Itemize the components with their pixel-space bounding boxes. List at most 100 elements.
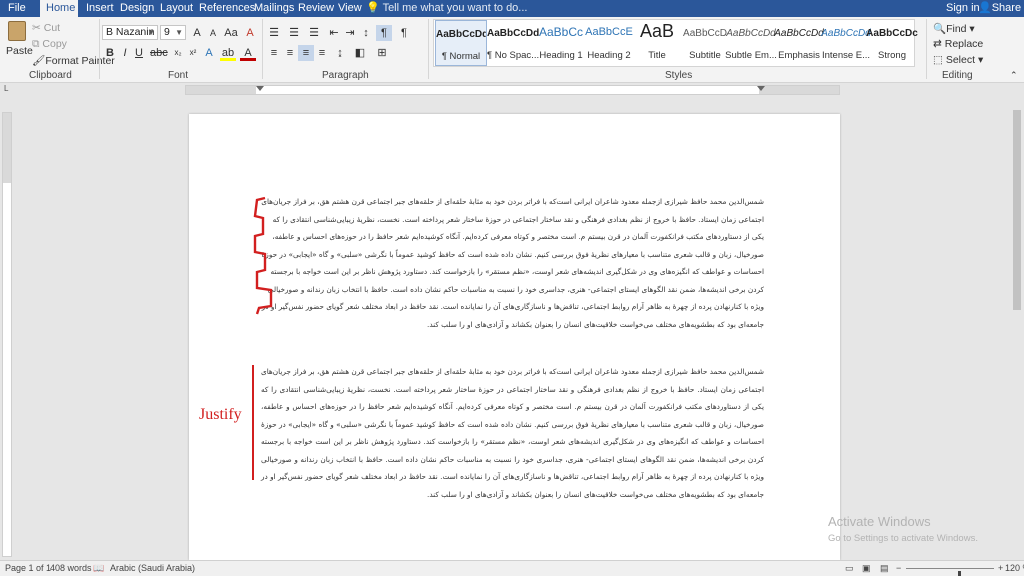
font-size-combo[interactable]: 9 ▼	[160, 25, 186, 40]
highlight-icon[interactable]: ab	[220, 45, 236, 61]
paste-button[interactable]: Paste	[4, 19, 33, 63]
paragraph-right-aligned[interactable]: شمس‌الدین محمد حافظ شیرازی ازجمله معدود …	[261, 193, 764, 333]
style-name: Heading 2	[587, 50, 631, 61]
page-count[interactable]: Page 1 of 1	[5, 563, 51, 573]
vertical-scrollbar[interactable]	[1012, 98, 1022, 560]
justify-edge-line	[252, 365, 254, 480]
style-strong[interactable]: AaBbCcDc Strong	[866, 20, 918, 66]
cut-button[interactable]: ✂ Cut	[32, 22, 60, 34]
print-layout-icon[interactable]: ▣	[862, 563, 871, 574]
share-button[interactable]: 👤Share	[978, 0, 1021, 17]
justify-icon[interactable]: ≡	[314, 45, 330, 61]
activate-windows-title: Activate Windows	[828, 514, 931, 529]
paragraph-justified[interactable]: شمس‌الدین محمد حافظ شیرازی ازجمله معدود …	[261, 363, 764, 503]
paste-label: Paste	[6, 45, 33, 57]
ruler-indent-marker[interactable]	[757, 86, 765, 91]
sort-icon[interactable]: ↕	[358, 25, 374, 41]
change-case-icon[interactable]: Aa	[223, 25, 239, 41]
clipboard-group-label: Clipboard	[29, 70, 72, 81]
style-title[interactable]: AaB Title	[631, 20, 683, 66]
paragraph-group-label: Paragraph	[322, 70, 369, 81]
numbering-icon[interactable]: ☰	[286, 25, 302, 41]
tab-home[interactable]: Home	[40, 0, 78, 17]
font-name-combo[interactable]: B Nazanin ▼	[102, 25, 158, 40]
underline-icon[interactable]: U	[131, 45, 147, 61]
subscript-icon[interactable]: x₂	[170, 45, 186, 61]
language-indicator[interactable]: Arabic (Saudi Arabia)	[110, 563, 195, 573]
font-color-icon[interactable]: A	[240, 45, 256, 61]
replace-icon: ⇄	[933, 38, 942, 50]
align-right-icon[interactable]: ≡	[298, 45, 314, 61]
style-subtle-emphasis[interactable]: AaBbCcDd Subtle Em...	[725, 20, 777, 66]
grow-font-icon[interactable]: A	[189, 25, 205, 41]
style-name: Title	[648, 50, 666, 61]
align-center-icon[interactable]: ≡	[282, 45, 298, 61]
web-layout-icon[interactable]: ▤	[880, 563, 889, 574]
ruler-indent-marker[interactable]	[256, 86, 264, 91]
horizontal-ruler[interactable]: L	[0, 84, 1024, 96]
copy-button[interactable]: ⧉ Copy	[32, 38, 67, 51]
word-count[interactable]: 408 words	[50, 563, 92, 573]
strikethrough-icon[interactable]: abc	[150, 45, 168, 61]
style-heading-2[interactable]: AaBbCcE Heading 2	[583, 20, 635, 66]
justify-annotation-label: Justify	[199, 406, 242, 423]
zoom-out-icon[interactable]: −	[896, 563, 901, 573]
style-subtitle[interactable]: AaBbCcD Subtitle	[679, 20, 731, 66]
style-sample: AaBbCcDd	[487, 28, 539, 39]
shading-icon[interactable]: ◧	[352, 45, 368, 61]
text-effects-icon[interactable]: A	[201, 45, 217, 61]
style-name: ¶ No Spac...	[487, 50, 539, 61]
show-marks-icon[interactable]: ¶	[396, 25, 412, 41]
person-icon: 👤	[978, 2, 992, 14]
style-normal[interactable]: AaBbCcDd ¶ Normal	[435, 20, 487, 66]
select-icon: ⬚	[933, 54, 943, 66]
multilevel-list-icon[interactable]: ☰	[306, 25, 322, 41]
zoom-slider-thumb[interactable]	[958, 571, 961, 576]
superscript-icon[interactable]: x²	[185, 45, 201, 61]
zoom-in-icon[interactable]: +	[998, 563, 1003, 573]
tell-me-text: Tell me what you want to do...	[382, 2, 528, 14]
replace-label: Replace	[944, 38, 984, 50]
activate-windows-subtitle: Go to Settings to activate Windows.	[828, 533, 978, 544]
increase-indent-icon[interactable]: ⇥	[342, 25, 358, 41]
read-mode-icon[interactable]: ▭	[845, 563, 854, 574]
bold-icon[interactable]: B	[102, 45, 118, 61]
replace-button[interactable]: ⇄ Replace	[933, 38, 983, 50]
select-button[interactable]: ⬚ Select ▾	[933, 54, 983, 66]
zoom-level[interactable]: 120 %	[1005, 563, 1024, 573]
style-no-spacing[interactable]: AaBbCcDd ¶ No Spac...	[487, 20, 539, 66]
style-sample: AaBbCc	[538, 25, 584, 39]
style-name: Intense E...	[821, 50, 871, 61]
style-sample: AaBbCcE	[585, 26, 633, 38]
tab-view[interactable]: View	[332, 0, 368, 17]
clear-formatting-icon[interactable]: A	[242, 25, 258, 41]
tell-me-box[interactable]: 💡 Tell me what you want to do...	[366, 0, 527, 17]
decrease-indent-icon[interactable]: ⇤	[326, 25, 342, 41]
shrink-font-icon[interactable]: A	[205, 25, 221, 41]
scrollbar-thumb[interactable]	[1013, 110, 1021, 310]
tab-selector-icon[interactable]: L	[4, 84, 8, 93]
chevron-down-icon: ▼	[175, 28, 183, 37]
align-left-icon[interactable]: ≡	[266, 45, 282, 61]
style-heading-1[interactable]: AaBbCc Heading 1	[535, 20, 587, 66]
borders-icon[interactable]: ⊞	[374, 45, 390, 61]
vertical-ruler[interactable]	[2, 112, 12, 557]
style-emphasis[interactable]: AaBbCcDd Emphasis	[773, 20, 825, 66]
style-intense-emphasis[interactable]: AaBbCcDd Intense E...	[820, 20, 872, 66]
find-button[interactable]: 🔍Find ▾	[933, 22, 975, 35]
find-label: Find	[946, 23, 967, 35]
proofing-icon[interactable]: 📖	[93, 563, 104, 574]
scissors-icon: ✂	[32, 22, 41, 34]
tab-file[interactable]: File	[2, 0, 36, 17]
style-name: Strong	[878, 50, 906, 61]
zoom-slider[interactable]	[906, 568, 994, 576]
line-spacing-icon[interactable]: ↨	[332, 45, 348, 61]
bullets-icon[interactable]: ☰	[266, 25, 282, 41]
rtl-direction-icon[interactable]: ¶	[376, 25, 392, 41]
editing-group-label: Editing	[942, 70, 973, 81]
style-name: ¶ Normal	[441, 51, 481, 62]
font-group-label: Font	[168, 70, 189, 81]
sign-in-link[interactable]: Sign in	[946, 0, 980, 17]
collapse-ribbon-icon[interactable]: ⌃	[1010, 70, 1018, 81]
document-page[interactable]: شمس‌الدین محمد حافظ شیرازی ازجمله معدود …	[189, 114, 840, 560]
